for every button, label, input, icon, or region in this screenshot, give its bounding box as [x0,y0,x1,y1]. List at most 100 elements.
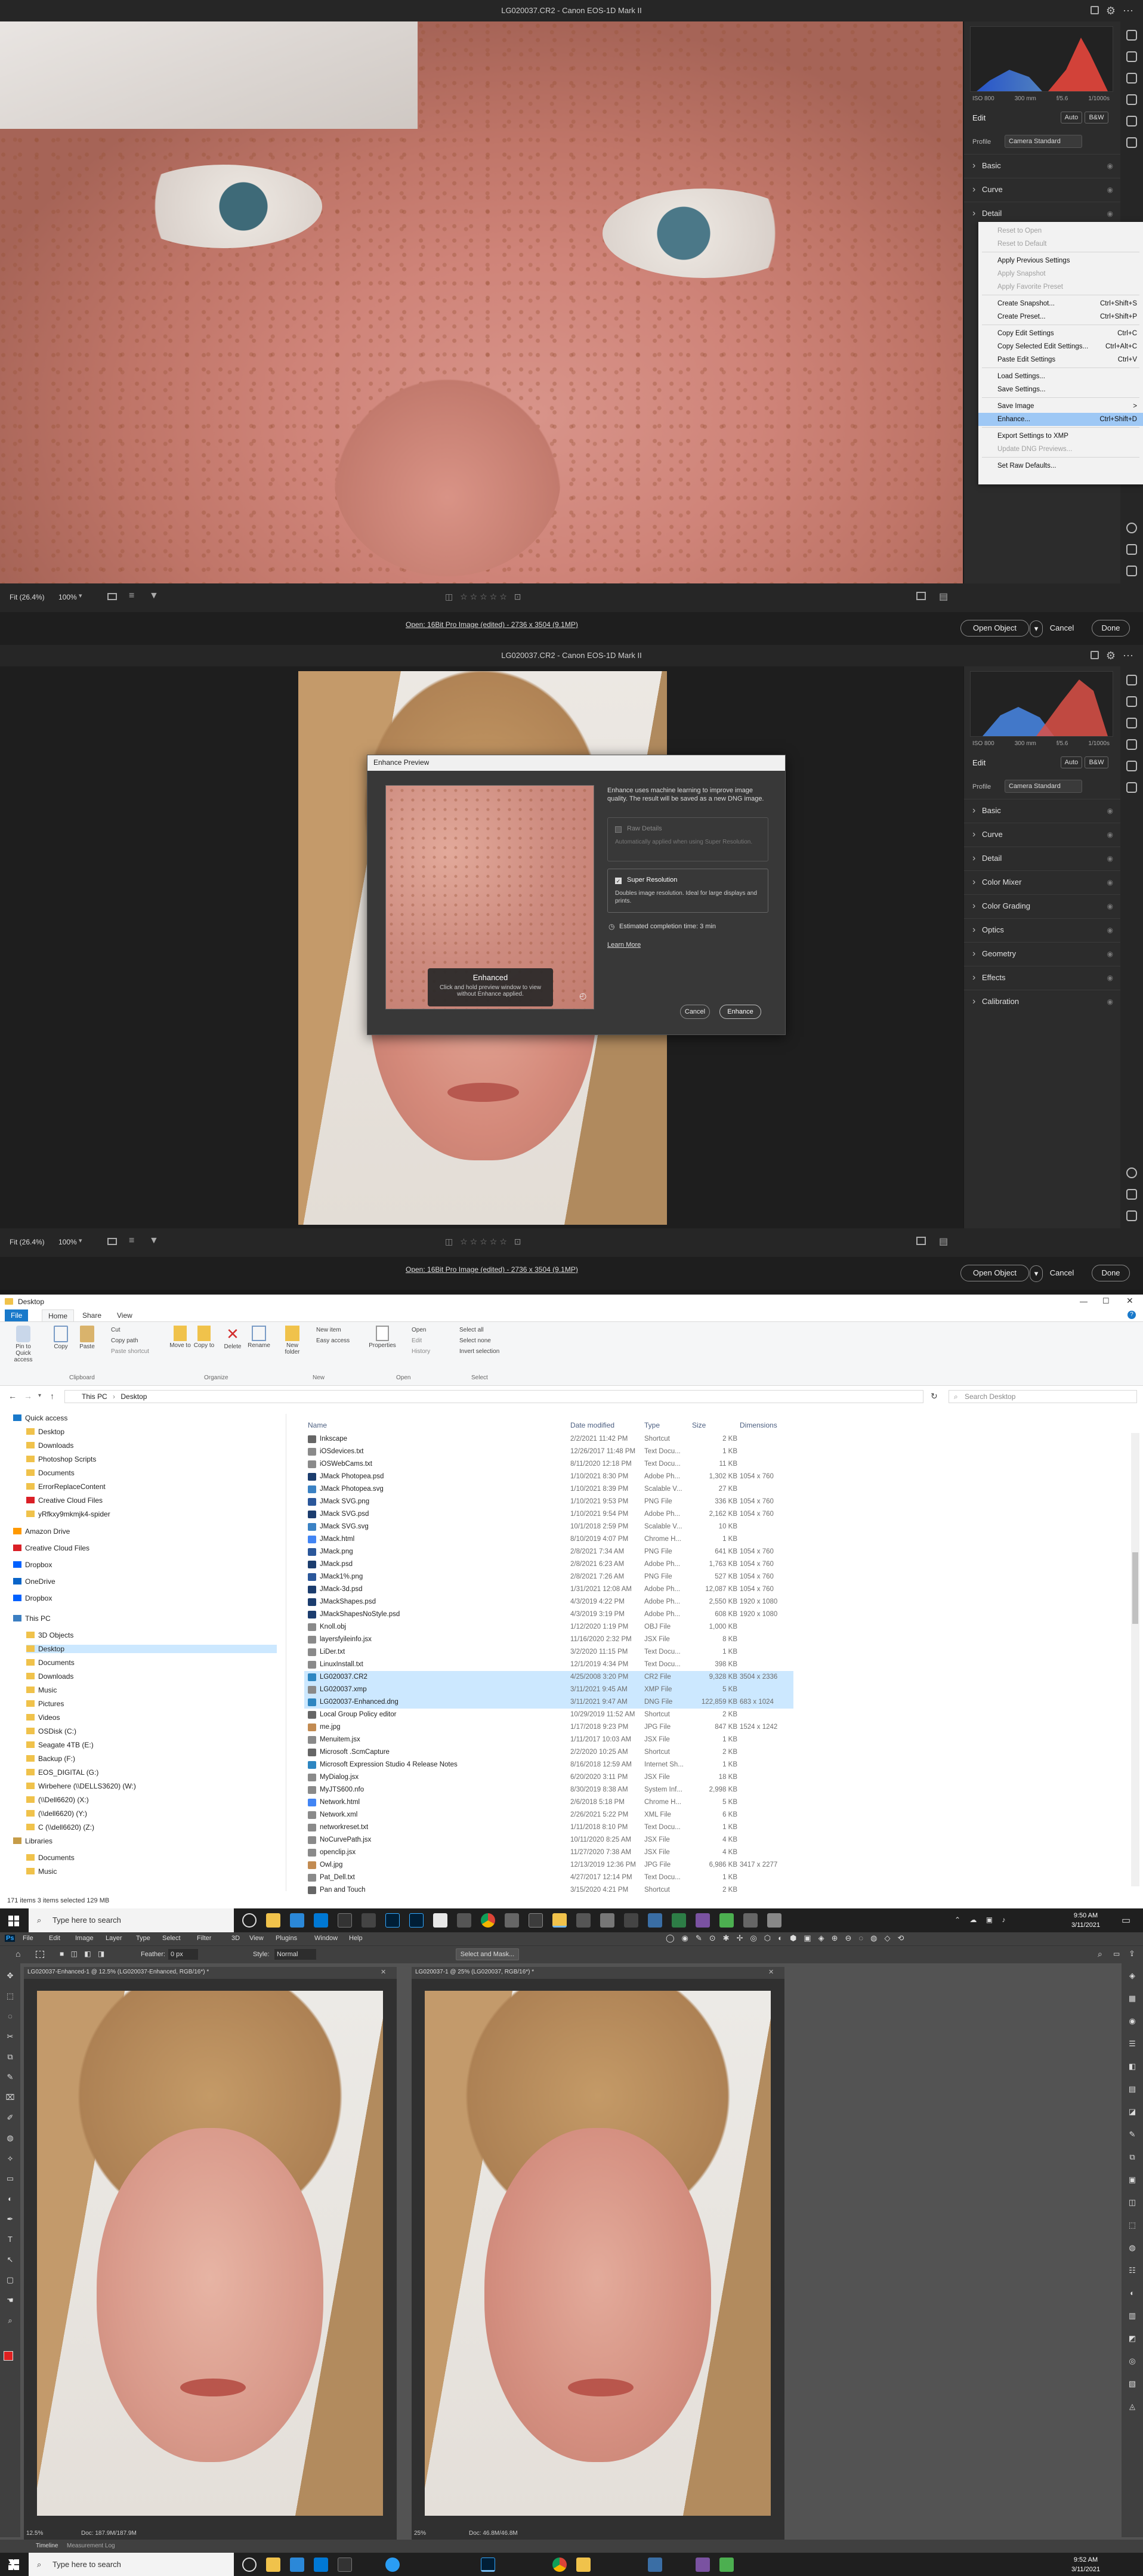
ps-tool-icon[interactable]: ↖ [4,2253,17,2266]
copy-path-button[interactable]: Copy path [111,1338,138,1344]
menu-item[interactable]: Copy Edit Settings Ctrl+C [978,327,1143,340]
menu-item[interactable]: Save Settings... [978,383,1143,396]
app12-icon[interactable] [767,1913,781,1928]
more-icon[interactable]: ⋯ [1123,0,1133,21]
menu-item[interactable]: Apply Favorite Preset [978,280,1143,294]
nav-item[interactable]: Dropbox [13,1561,52,1569]
ps-tool-icon[interactable]: ✂ [4,2030,17,2043]
ps-tool-icon[interactable]: ☚ [4,2294,17,2307]
panel-dock-icon[interactable]: ◧ [1126,2060,1139,2073]
clock[interactable]: 9:52 AM 3/11/2021 [1062,2555,1110,2574]
eye-icon[interactable]: ◉ [1107,895,1113,918]
file-row[interactable]: JMack SVG.svg 10/1/2018 2:59 PM Scalable V… [304,1521,793,1533]
marquee-icon[interactable] [36,1951,44,1958]
doc1-image[interactable] [37,1991,383,2516]
file-row[interactable]: JMack SVG.psd 1/10/2021 9:54 PM Adobe Ph..… [304,1508,793,1521]
panel-section[interactable]: Curve ◉ [964,823,1120,846]
file-row[interactable]: Network.xml 2/26/2021 5:22 PM XML File 6 KB [304,1809,793,1821]
file-row[interactable]: JMackShapesNoStyle.psd 4/3/2019 3:19 PM Ad… [304,1608,793,1621]
photoshop-icon[interactable] [385,1913,400,1928]
nav-item[interactable]: OSDisk (C:) [26,1727,76,1735]
app10-icon[interactable] [719,1913,734,1928]
file-row[interactable]: Network.html 2/6/2018 5:18 PM Chrome H... 5… [304,1796,793,1809]
zoom-dropdown-icon[interactable]: ▾ [79,1237,82,1244]
ps-menu-item[interactable]: File [23,1935,33,1942]
file-row[interactable]: layersfyileinfo.jsx 11/16/2020 2:32 PM JSX… [304,1633,793,1646]
panel-basic[interactable]: Basic ◉ [964,154,1120,177]
file-row[interactable]: JMack Photopea.svg 1/10/2021 8:39 PM Scala… [304,1483,793,1496]
brush-tool-icons[interactable]: ◯◉✎⊙✱✢◎⬡◐⬢▣◈⊕⊖◌◍◇⟲ [666,1933,911,1943]
file-row[interactable]: LinuxInstall.txt 12/1/2019 4:34 PM Text Do… [304,1658,793,1671]
delete-button[interactable]: ✕ Delete [221,1326,245,1350]
nav-item[interactable]: Music [26,1686,57,1694]
nav-item[interactable]: Pictures [26,1700,64,1708]
search-box[interactable]: ⌕ Search Desktop [949,1390,1137,1403]
hand-tool-icon[interactable] [1126,1189,1137,1200]
feather-input[interactable]: 0 px [168,1949,198,1960]
home-icon[interactable]: ⌂ [16,1949,20,1959]
doc1-close-icon[interactable]: ✕ [381,1968,386,1976]
eye-icon[interactable]: ◉ [1107,178,1113,201]
heal-tool-icon[interactable] [1126,73,1137,84]
file-row[interactable]: JMack SVG.png 1/10/2021 9:53 PM PNG File 33… [304,1496,793,1508]
hand-tool-icon[interactable] [1126,544,1137,555]
app3-icon[interactable] [529,1913,543,1928]
app7-icon[interactable] [648,1913,662,1928]
panel-section[interactable]: Optics ◉ [964,918,1120,941]
panel-section[interactable]: Calibration ◉ [964,990,1120,1013]
tab-file[interactable]: File [5,1309,29,1321]
windows-start-icon[interactable] [8,2559,19,2570]
nav-item[interactable]: yRfkxy9mkmjk4-spider [26,1510,110,1518]
open-object-button[interactable]: Open Object ▾ [960,1265,1043,1282]
file-row[interactable]: LG020037-Enhanced.dng 3/11/2021 9:47 AM DN… [304,1696,793,1709]
mask-tool-icon[interactable] [1126,94,1137,105]
new-item-button[interactable]: New item [316,1327,341,1333]
workspace-icon[interactable]: ▭ [1113,1950,1120,1958]
profile-dropdown[interactable]: Camera Standard [1005,780,1082,793]
column-date[interactable]: Date modified [570,1421,614,1429]
filmstrip-icon[interactable] [107,1238,117,1245]
back-icon[interactable]: ← [8,1391,17,1401]
store-icon[interactable] [290,1913,304,1928]
scroll-thumb[interactable] [1132,1552,1138,1624]
doc1-info[interactable]: Doc: 187.9M/187.9M [81,2530,137,2537]
eye-icon[interactable]: ◉ [1107,966,1113,989]
doc1-tab[interactable]: LG020037-Enhanced-1 @ 12.5% (LG020037-En… [27,1969,362,1975]
foreground-color-swatch[interactable] [4,2351,13,2361]
file-info-link[interactable]: Open: 16Bit Pro Image (edited) - 2736 x … [406,620,578,629]
menu-item[interactable]: Load Settings... [978,370,1143,383]
rename-button[interactable]: Rename [246,1326,272,1349]
ps-tool-icon[interactable]: ◌ [4,2010,17,2023]
doc2-image[interactable] [425,1991,771,2516]
file-row[interactable]: Microsoft .ScmCapture 2/2/2020 10:25 AM Sh… [304,1746,793,1759]
ps-tool-icon[interactable]: ▢ [4,2274,17,2287]
cancel-button[interactable]: Cancel [1043,1265,1081,1281]
panel-dock-icon[interactable]: ◩ [1126,2332,1139,2345]
panel-dock-icon[interactable]: ▣ [1126,2173,1139,2186]
menu-item[interactable]: Apply Snapshot [978,267,1143,280]
bw-button[interactable]: B&W [1085,756,1108,768]
chrome-icon[interactable] [481,1913,495,1928]
ps-tool-icon[interactable]: ⬚ [4,1990,17,2003]
ps-tool-icon[interactable]: ▭ [4,2172,17,2185]
ps-tool-icon[interactable]: ⌕ [4,2314,17,2327]
taskbar-search[interactable]: ⌕ Type here to search [29,1908,234,1932]
app11-icon[interactable] [743,1913,758,1928]
easy-access-button[interactable]: Easy access [316,1338,350,1344]
ps-menu-item[interactable]: Select [162,1935,181,1942]
nav-item[interactable]: Documents [26,1658,75,1667]
nav-item[interactable]: OneDrive [13,1577,55,1586]
ps-menu-item[interactable]: Window [314,1935,338,1942]
edit-tool-icon[interactable] [1126,675,1137,685]
move-to-button[interactable]: Move to [168,1326,192,1349]
panel-section[interactable]: Basic ◉ [964,799,1120,822]
file-row[interactable]: me.jpg 1/17/2018 9:23 PM JPG File 847 KB 152… [304,1721,793,1734]
menu-item[interactable]: Save Image > [978,400,1143,413]
column-dimensions[interactable]: Dimensions [740,1421,777,1429]
eye-icon[interactable]: ◉ [1107,799,1113,822]
nav-item[interactable]: Backup (F:) [26,1755,75,1763]
panel-dock-icon[interactable]: ◉ [1126,2015,1139,2028]
file-row[interactable]: Microsoft Expression Studio 4 Release No… [304,1759,793,1771]
up-icon[interactable]: ↑ [50,1391,54,1401]
media-icon[interactable] [457,1913,471,1928]
